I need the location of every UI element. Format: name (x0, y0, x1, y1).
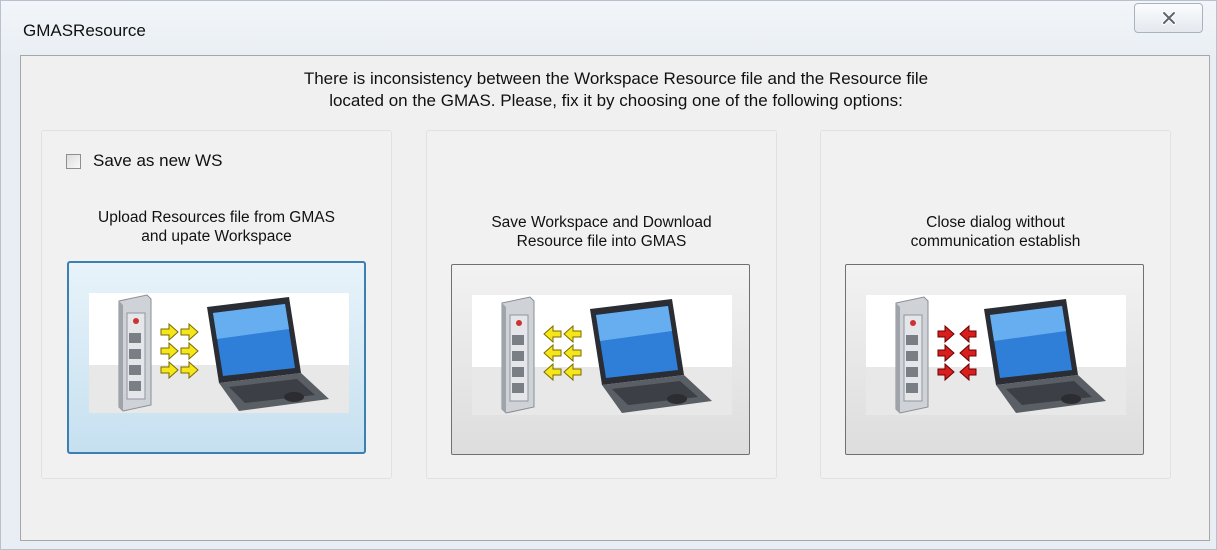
no-communication-icon (866, 295, 1126, 415)
upload-option-panel: Save as new WS Upload Resources file fro… (41, 130, 392, 479)
close-button[interactable] (1134, 3, 1203, 33)
title-bar[interactable]: GMASResource (1, 1, 1216, 55)
window-title: GMASResource (23, 21, 146, 40)
download-desc-line-2: Resource file into GMAS (516, 233, 687, 250)
close-desc-line-1: Close dialog without (926, 214, 1065, 231)
upload-option-description: Upload Resources file from GMAS and upat… (42, 208, 391, 246)
laptop-to-gmas-icon (472, 295, 732, 415)
upload-resources-button[interactable] (67, 261, 366, 454)
close-option-panel: Close dialog without communication estab… (820, 130, 1171, 479)
close-desc-line-2: communication establish (910, 233, 1081, 250)
close-without-communication-button[interactable] (845, 264, 1144, 455)
save-as-new-ws-checkbox-row[interactable]: Save as new WS (66, 151, 222, 171)
gmas-to-laptop-icon (89, 293, 349, 413)
download-desc-line-1: Save Workspace and Download (491, 214, 712, 231)
message-line-2: located on the GMAS. Please, fix it by c… (329, 91, 903, 110)
download-option-description: Save Workspace and Download Resource fil… (427, 213, 776, 251)
upload-desc-line-1: Upload Resources file from GMAS (98, 209, 335, 226)
save-as-new-ws-checkbox[interactable] (66, 153, 81, 169)
upload-desc-line-2: and upate Workspace (141, 228, 292, 245)
download-option-panel: Save Workspace and Download Resource fil… (426, 130, 777, 479)
save-as-new-ws-label[interactable]: Save as new WS (93, 151, 222, 171)
dialog-body: There is inconsistency between the Works… (20, 55, 1210, 541)
message-line-1: There is inconsistency between the Works… (303, 69, 929, 88)
save-workspace-download-button[interactable] (451, 264, 750, 455)
inconsistency-message: There is inconsistency between the Works… (21, 68, 1211, 112)
close-x-icon (1161, 11, 1176, 25)
dialog-window: GMASResource There is inconsistency betw… (0, 0, 1217, 550)
close-option-description: Close dialog without communication estab… (821, 213, 1170, 251)
